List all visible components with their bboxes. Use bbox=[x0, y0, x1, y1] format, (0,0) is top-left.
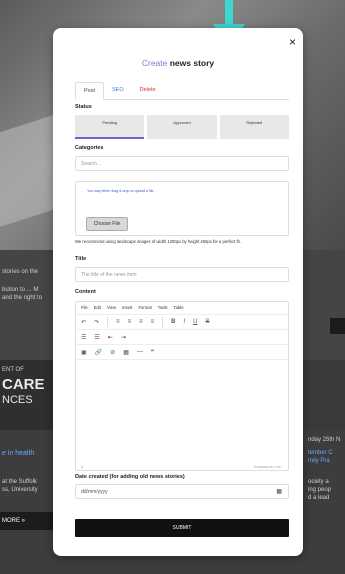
content-editor[interactable]: File Edit View Insert Format Tools Table… bbox=[75, 301, 289, 471]
choose-file-button[interactable]: Choose File bbox=[86, 217, 128, 231]
status-pending[interactable]: Pending bbox=[75, 115, 145, 139]
menu-tools[interactable]: Tools bbox=[158, 302, 168, 314]
submit-button[interactable]: SUBMIT bbox=[75, 519, 289, 537]
create-news-modal: × Create news story Post SEO Delete Stat… bbox=[53, 28, 303, 556]
align-right-icon[interactable]: ≡ bbox=[139, 319, 143, 325]
modal-title-bold: news story bbox=[169, 58, 215, 68]
powered-by-tiny[interactable]: POWERED BY TINY bbox=[254, 465, 282, 469]
bg-text: d a lead bbox=[308, 495, 330, 501]
tab-bar: Post SEO Delete bbox=[75, 82, 289, 100]
background-button bbox=[330, 318, 345, 334]
bg-text: bution to ... M bbox=[2, 287, 39, 293]
tab-post[interactable]: Post bbox=[75, 82, 105, 100]
undo-icon[interactable]: ↶ bbox=[81, 319, 86, 326]
menu-edit[interactable]: Edit bbox=[94, 302, 101, 314]
indent-icon[interactable]: ⇥ bbox=[121, 334, 126, 341]
editor-toolbar-row-2: ☰ ☰ ⇤ ⇥ bbox=[76, 330, 288, 345]
align-left-icon[interactable]: ≡ bbox=[116, 319, 120, 325]
status-selector: Pending Approved Rejected bbox=[75, 115, 289, 139]
bg-text: and the right to bbox=[2, 295, 43, 301]
calendar-icon[interactable]: ▦ bbox=[276, 485, 282, 500]
category-search-input[interactable]: Search... bbox=[75, 156, 289, 171]
image-icon[interactable]: ▣ bbox=[81, 349, 87, 356]
editor-path: p bbox=[81, 465, 83, 469]
status-label: Status bbox=[75, 104, 92, 110]
blockquote-icon[interactable]: ❞ bbox=[151, 349, 154, 356]
editor-body[interactable] bbox=[76, 356, 288, 462]
bg-text: MORE » bbox=[2, 518, 26, 524]
tab-delete[interactable]: Delete bbox=[132, 82, 164, 98]
bg-text: stories on the bbox=[2, 269, 39, 275]
categories-label: Categories bbox=[75, 145, 104, 151]
link-icon[interactable]: 🔗 bbox=[95, 349, 102, 356]
modal-title: Create news story bbox=[53, 58, 303, 68]
date-placeholder: dd/mm/yyyy bbox=[81, 489, 108, 495]
pointer-arrow-stem bbox=[225, 0, 233, 26]
close-icon[interactable]: × bbox=[289, 36, 296, 48]
bg-text: at the Suffolk bbox=[2, 479, 37, 485]
tab-seo[interactable]: SEO bbox=[104, 82, 132, 98]
menu-insert[interactable]: Insert bbox=[122, 302, 132, 314]
bg-text: ing peop bbox=[308, 487, 332, 493]
toolbar-divider bbox=[107, 317, 109, 327]
title-label: Title bbox=[75, 256, 87, 262]
bg-text: ENT OF bbox=[2, 367, 24, 373]
status-approved[interactable]: Approved bbox=[147, 115, 217, 139]
image-recommendation: We recommend using landscape images of w… bbox=[75, 239, 241, 244]
menu-file[interactable]: File bbox=[81, 302, 88, 314]
status-rejected[interactable]: Rejected bbox=[219, 115, 289, 139]
toolbar-divider bbox=[162, 317, 164, 327]
image-upload-dropzone[interactable]: You may either drag & drop or upload a f… bbox=[75, 181, 289, 236]
title-input[interactable]: The title of the news item bbox=[75, 267, 289, 282]
outdent-icon[interactable]: ⇤ bbox=[108, 334, 113, 341]
horizontal-line-icon[interactable]: — bbox=[137, 349, 143, 355]
align-center-icon[interactable]: ≡ bbox=[128, 319, 132, 325]
date-label: Date created (for adding old news storie… bbox=[75, 474, 185, 480]
bg-link: tember C bbox=[308, 450, 333, 456]
bg-link: e in health bbox=[2, 450, 35, 457]
menu-format[interactable]: Format bbox=[138, 302, 151, 314]
unlink-icon[interactable]: ⊘ bbox=[110, 349, 115, 356]
bg-text: CARE bbox=[2, 376, 45, 393]
bg-link: mily Pra bbox=[308, 458, 330, 464]
redo-icon[interactable]: ↷ bbox=[94, 319, 99, 326]
editor-menubar: File Edit View Insert Format Tools Table bbox=[76, 302, 288, 315]
bg-text: nday 25th N bbox=[308, 437, 341, 443]
underline-icon[interactable]: U bbox=[193, 319, 197, 325]
align-justify-icon[interactable]: ≡ bbox=[151, 319, 155, 325]
italic-icon[interactable]: I bbox=[183, 319, 185, 325]
menu-view[interactable]: View bbox=[107, 302, 116, 314]
date-created-input[interactable]: dd/mm/yyyy ▦ bbox=[75, 484, 289, 499]
table-icon[interactable]: ▦ bbox=[123, 349, 129, 356]
upload-hint: You may either drag & drop or upload a f… bbox=[87, 189, 155, 193]
strikethrough-icon[interactable]: S bbox=[205, 319, 209, 325]
bg-text: ss, University bbox=[2, 487, 38, 493]
menu-table[interactable]: Table bbox=[174, 302, 184, 314]
bullet-list-icon[interactable]: ☰ bbox=[81, 334, 86, 341]
content-label: Content bbox=[75, 289, 96, 295]
numbered-list-icon[interactable]: ☰ bbox=[94, 334, 99, 341]
modal-title-prefix: Create bbox=[141, 58, 168, 68]
bg-text: NCES bbox=[2, 394, 33, 406]
editor-toolbar-row-1: ↶ ↷ ≡ ≡ ≡ ≡ B I U S bbox=[76, 315, 288, 330]
bold-icon[interactable]: B bbox=[171, 319, 175, 325]
bg-text: ociety a bbox=[308, 479, 329, 485]
